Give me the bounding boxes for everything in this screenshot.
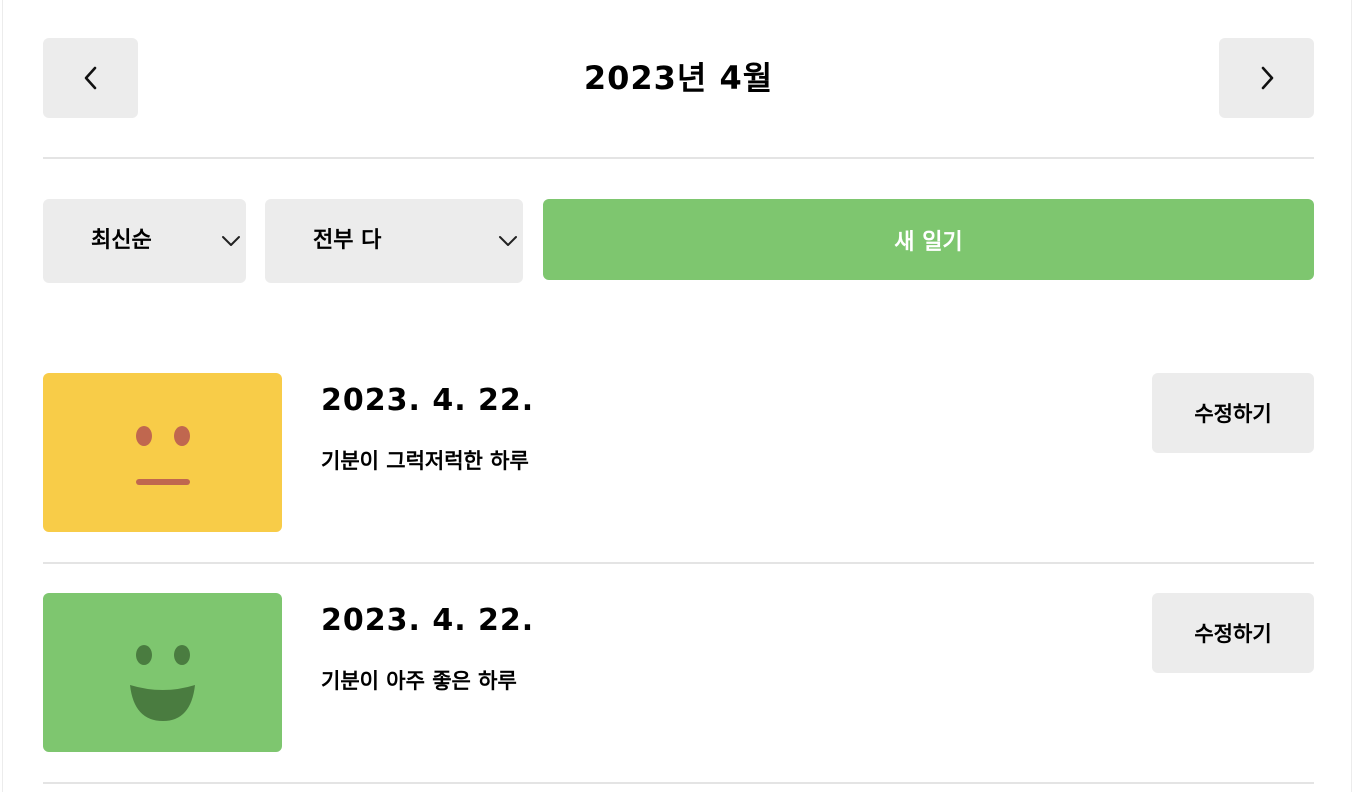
entry-content[interactable]: 기분이 아주 좋은 하루 xyxy=(321,665,517,695)
smile-face-icon xyxy=(130,645,195,721)
header-divider xyxy=(43,157,1314,159)
list-divider xyxy=(43,782,1314,784)
neutral-face-icon xyxy=(136,426,190,485)
filter-select[interactable]: 전부 다 xyxy=(265,199,523,283)
month-header: 2023년 4월 xyxy=(43,38,1314,118)
diary-item: 2023. 4. 22. 기분이 아주 좋은 하루 수정하기 xyxy=(43,593,1314,753)
emotion-thumbnail[interactable] xyxy=(43,373,282,532)
chevron-right-icon xyxy=(1261,66,1273,90)
edit-button[interactable]: 수정하기 xyxy=(1152,373,1314,453)
edit-button[interactable]: 수정하기 xyxy=(1152,593,1314,673)
sort-select[interactable]: 최신순 xyxy=(43,199,246,283)
new-diary-button[interactable]: 새 일기 xyxy=(543,199,1314,280)
prev-month-button[interactable] xyxy=(43,38,138,118)
list-controls: 최신순 전부 다 새 일기 xyxy=(43,199,1314,284)
entry-date[interactable]: 2023. 4. 22. xyxy=(321,383,534,418)
sort-select-value: 최신순 xyxy=(91,228,152,253)
entry-content[interactable]: 기분이 그럭저럭한 하루 xyxy=(321,445,529,475)
list-divider xyxy=(43,562,1314,564)
next-month-button[interactable] xyxy=(1219,38,1314,118)
page-title: 2023년 4월 xyxy=(583,59,774,97)
chevron-left-icon xyxy=(84,66,96,90)
diary-item: 2023. 4. 22. 기분이 그럭저럭한 하루 수정하기 xyxy=(43,373,1314,533)
filter-select-value: 전부 다 xyxy=(313,228,382,253)
emotion-thumbnail[interactable] xyxy=(43,593,282,752)
chevron-down-icon xyxy=(499,236,517,246)
diary-app: 2023년 4월 최신순 전부 다 새 일기 2023. 4. 22. 기분이 … xyxy=(2,0,1352,792)
entry-date[interactable]: 2023. 4. 22. xyxy=(321,603,534,638)
chevron-down-icon xyxy=(222,236,240,246)
